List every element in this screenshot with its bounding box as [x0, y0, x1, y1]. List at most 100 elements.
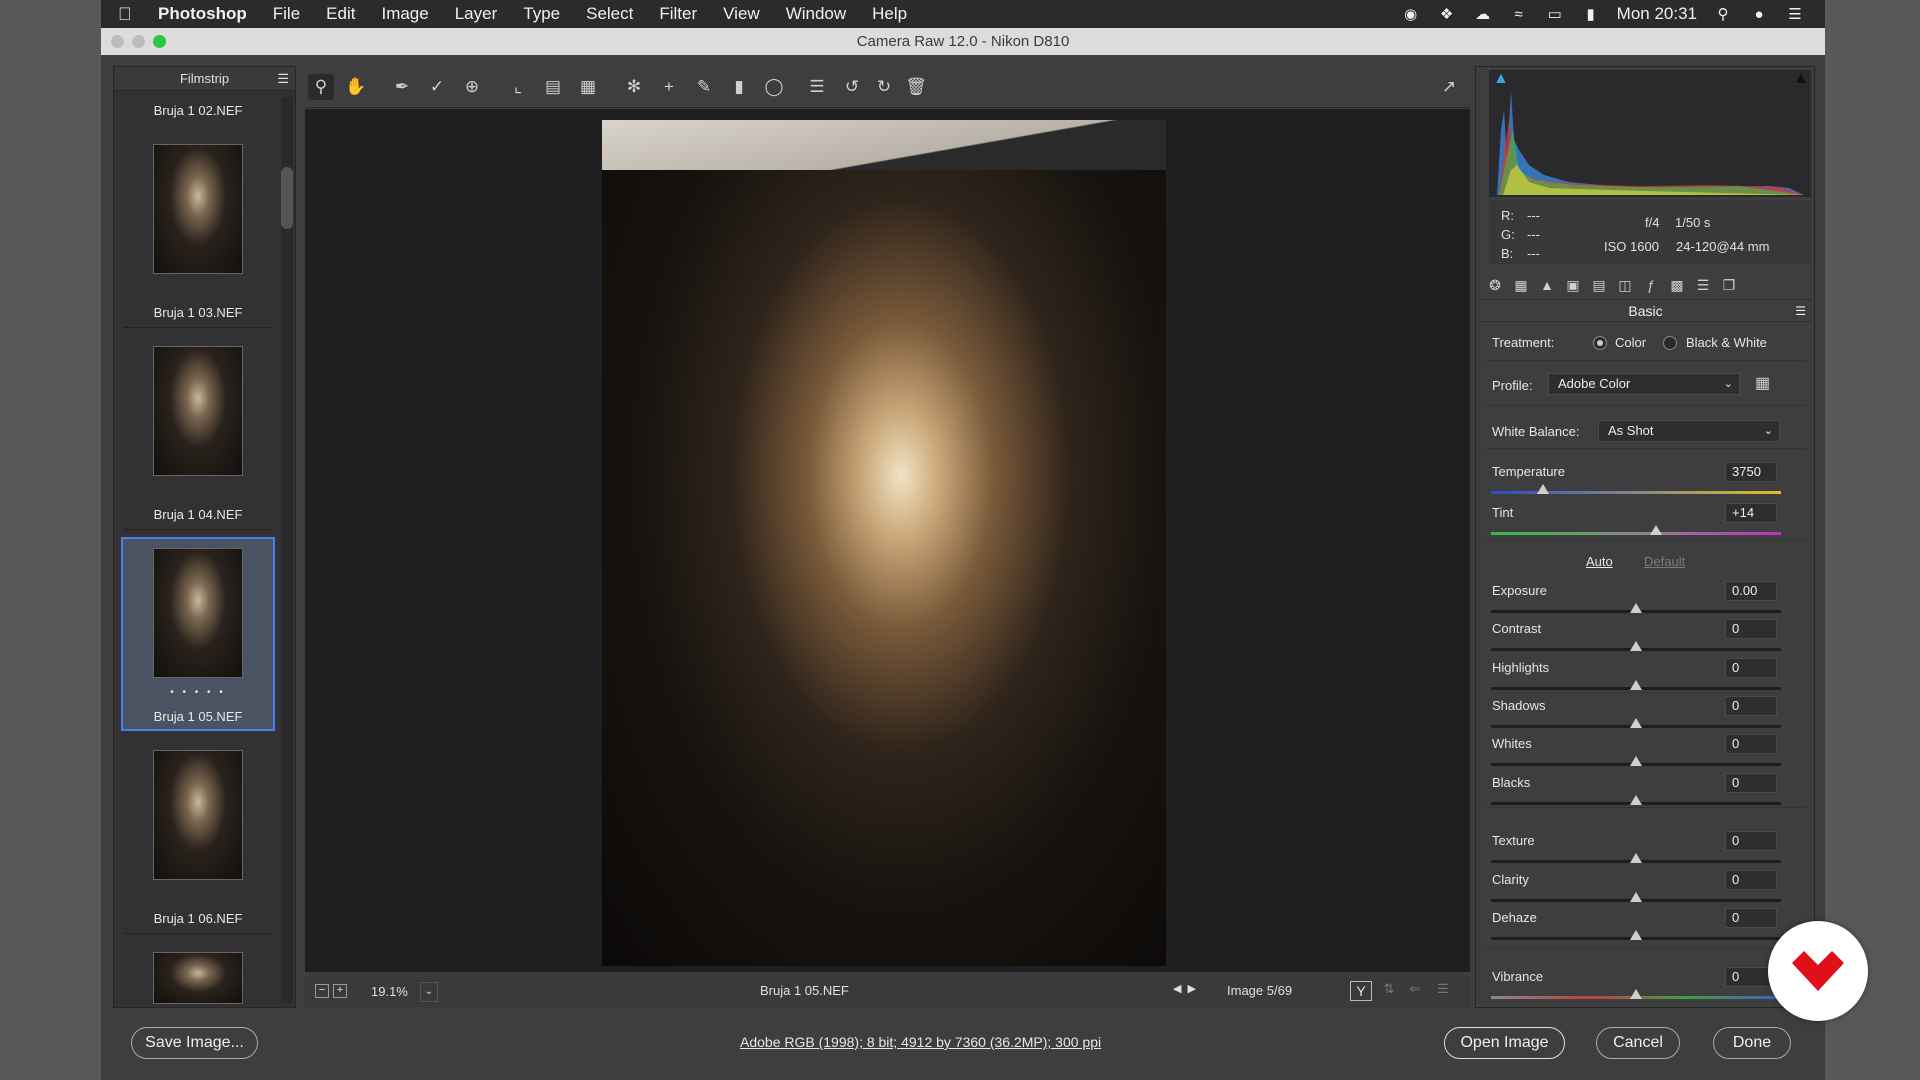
preferences-icon[interactable]: ☰: [804, 74, 830, 100]
transform-tool-icon[interactable]: ▦: [575, 74, 601, 100]
menu-type[interactable]: Type: [523, 4, 560, 24]
window-minimize-button[interactable]: [132, 35, 145, 48]
slider-handle-vibrance[interactable]: [1630, 989, 1642, 999]
tab-presets-icon[interactable]: ☰: [1693, 275, 1713, 295]
treatment-color-radio[interactable]: [1593, 336, 1607, 350]
fullscreen-toggle-icon[interactable]: ↗: [1436, 74, 1462, 100]
slider-value-temperature[interactable]: 3750: [1725, 462, 1777, 482]
slider-handle-highlights[interactable]: [1630, 680, 1642, 690]
slider-handle-blacks[interactable]: [1630, 795, 1642, 805]
default-tone-link[interactable]: Default: [1644, 554, 1685, 569]
slider-value-clarity[interactable]: 0: [1725, 870, 1777, 890]
creative-cloud-icon[interactable]: ☁: [1473, 5, 1493, 23]
slider-value-exposure[interactable]: 0.00: [1725, 581, 1777, 601]
tab-hsl-icon[interactable]: ▣: [1563, 275, 1583, 295]
spot-removal-tool-icon[interactable]: ✻: [621, 74, 647, 100]
slider-handle-shadows[interactable]: [1630, 718, 1642, 728]
window-close-button[interactable]: [111, 35, 124, 48]
before-after-toggle[interactable]: Y: [1350, 981, 1372, 1001]
cancel-button[interactable]: Cancel: [1596, 1027, 1680, 1059]
tab-effects-fx-icon[interactable]: ƒ: [1641, 275, 1661, 295]
wifi-icon[interactable]: ≈: [1509, 5, 1529, 23]
filmstrip-menu-icon[interactable]: ☰: [277, 67, 289, 91]
trash-icon[interactable]: 🗑: [903, 74, 929, 100]
adjustment-brush-icon[interactable]: ✎: [691, 74, 717, 100]
slider-value-whites[interactable]: 0: [1725, 734, 1777, 754]
filmstrip-thumbnail[interactable]: [153, 144, 243, 274]
menu-filter[interactable]: Filter: [659, 4, 697, 24]
tab-lens-corrections-icon[interactable]: ◫: [1615, 275, 1635, 295]
basic-panel-menu-icon[interactable]: ☰: [1795, 300, 1806, 322]
next-image-icon[interactable]: ▶: [1187, 982, 1195, 995]
slider-handle-dehaze[interactable]: [1630, 930, 1642, 940]
menu-edit[interactable]: Edit: [326, 4, 355, 24]
menu-file[interactable]: File: [273, 4, 300, 24]
filmstrip-item-label[interactable]: Bruja 1 02.NEF: [114, 103, 282, 118]
menu-help[interactable]: Help: [872, 4, 907, 24]
workflow-options-link[interactable]: Adobe RGB (1998); 8 bit; 4912 by 7360 (3…: [740, 1034, 1101, 1050]
profile-select[interactable]: Adobe Color ⌄: [1548, 373, 1740, 395]
tab-detail-icon[interactable]: ▲: [1537, 275, 1557, 295]
dropbox-icon[interactable]: ❖: [1437, 5, 1457, 23]
menu-select[interactable]: Select: [586, 4, 633, 24]
slider-value-texture[interactable]: 0: [1725, 831, 1777, 851]
save-image-button[interactable]: Save Image...: [131, 1027, 258, 1059]
slider-value-tint[interactable]: +14: [1725, 503, 1777, 523]
slider-value-highlights[interactable]: 0: [1725, 658, 1777, 678]
white-balance-tool-icon[interactable]: ✒: [389, 74, 415, 100]
slider-handle-texture[interactable]: [1630, 853, 1642, 863]
slider-value-blacks[interactable]: 0: [1725, 773, 1777, 793]
menu-view[interactable]: View: [723, 4, 760, 24]
treatment-bw-label[interactable]: Black & White: [1686, 335, 1767, 350]
shadow-clipping-warning-icon[interactable]: ▲: [1493, 70, 1509, 87]
slider-handle-tint[interactable]: [1650, 525, 1663, 535]
zoom-out-icon[interactable]: −: [315, 984, 329, 998]
tab-snapshots-icon[interactable]: ❐: [1719, 275, 1739, 295]
menu-window[interactable]: Window: [786, 4, 846, 24]
hand-tool-icon[interactable]: ✋: [343, 74, 369, 100]
apple-menu-icon[interactable]: : [118, 4, 142, 25]
tab-calibration-icon[interactable]: ▩: [1667, 275, 1687, 295]
tab-split-toning-icon[interactable]: ▤: [1589, 275, 1609, 295]
slider-handle-whites[interactable]: [1630, 756, 1642, 766]
zoom-dropdown-chevron-down-icon[interactable]: ⌄: [420, 982, 438, 1002]
previous-image-icon[interactable]: ◀: [1173, 982, 1181, 995]
graduated-filter-icon[interactable]: ▮: [726, 74, 752, 100]
rotate-left-icon[interactable]: ↺: [839, 74, 865, 100]
notification-center-icon[interactable]: ☰: [1785, 5, 1805, 23]
app-menu-photoshop[interactable]: Photoshop: [158, 4, 247, 24]
slider-value-contrast[interactable]: 0: [1725, 619, 1777, 639]
siri-icon[interactable]: ●: [1749, 5, 1769, 23]
filmstrip-thumbnail[interactable]: [153, 750, 243, 880]
slider-handle-exposure[interactable]: [1630, 603, 1642, 613]
filmstrip-item-label[interactable]: Bruja 1 04.NEF: [114, 507, 282, 522]
menu-layer[interactable]: Layer: [455, 4, 498, 24]
filmstrip-scroll-thumb[interactable]: [281, 167, 293, 229]
auto-tone-link[interactable]: Auto: [1586, 554, 1613, 569]
radial-filter-icon[interactable]: ◯: [761, 74, 787, 100]
filmstrip-scrollbar[interactable]: [281, 97, 293, 1003]
white-balance-select[interactable]: As Shot ⌄: [1598, 420, 1780, 442]
treatment-color-label[interactable]: Color: [1615, 335, 1646, 350]
airplay-icon[interactable]: ▭: [1545, 5, 1565, 23]
record-icon[interactable]: ◉: [1401, 5, 1421, 23]
tab-basic-aperture-icon[interactable]: ❂: [1485, 275, 1505, 295]
targeted-adjustment-tool-icon[interactable]: ⊕: [459, 74, 485, 100]
window-zoom-button[interactable]: [153, 35, 166, 48]
spotlight-search-icon[interactable]: ⚲: [1713, 5, 1733, 23]
crop-tool-icon[interactable]: ⌞: [505, 74, 531, 100]
filmstrip-item-label[interactable]: Bruja 1 06.NEF: [114, 911, 282, 926]
swap-before-after-icon[interactable]: ⇅: [1379, 981, 1399, 1001]
zoom-level-value[interactable]: 19.1%: [365, 982, 427, 1002]
color-sampler-tool-icon[interactable]: ✓: [424, 74, 450, 100]
rotate-right-icon[interactable]: ↻: [871, 74, 897, 100]
treatment-bw-radio[interactable]: [1663, 336, 1677, 350]
slider-track-temperature[interactable]: [1491, 491, 1781, 494]
filmstrip-thumbnail-selected[interactable]: [153, 548, 243, 678]
menu-image[interactable]: Image: [381, 4, 428, 24]
preview-photo[interactable]: [602, 120, 1166, 966]
tab-tone-curve-icon[interactable]: ▦: [1511, 275, 1531, 295]
zoom-tool-icon[interactable]: ⚲: [308, 74, 334, 100]
toggle-settings-icon[interactable]: ☰: [1433, 981, 1453, 1001]
filmstrip-thumbnail[interactable]: [153, 952, 243, 1004]
